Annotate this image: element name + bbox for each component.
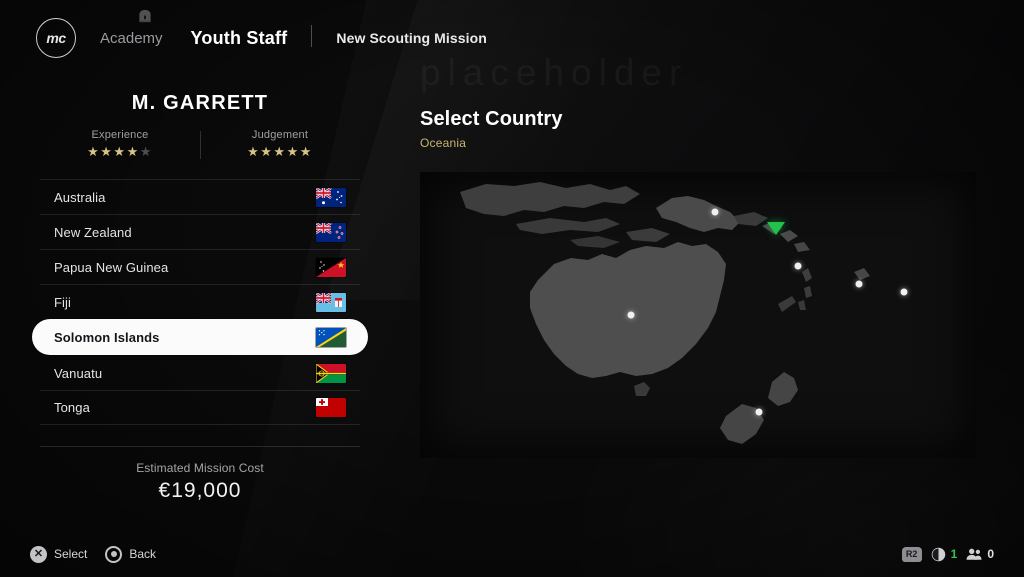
header-bar: mc Academy Youth Staff New Scouting Miss…: [0, 0, 1024, 72]
country-row-vanuatu[interactable]: Vanuatu: [40, 355, 360, 390]
people-count: 0: [987, 547, 994, 561]
cost-label: Estimated Mission Cost: [136, 461, 264, 475]
country-row-papua-new-guinea[interactable]: Papua New Guinea: [40, 249, 360, 284]
country-row-fiji[interactable]: Fiji: [40, 284, 360, 319]
country-list[interactable]: Australia New Zealand Papua New Guinea Fiji…: [32, 179, 368, 426]
people-stat[interactable]: 0: [966, 547, 994, 561]
map-dot-solomon-islands[interactable]: [794, 262, 802, 270]
flag-papua-new-guinea-icon: [316, 257, 346, 277]
map-dot-new-zealand[interactable]: [755, 408, 763, 416]
cross-button-icon: ✕: [30, 545, 47, 563]
oceania-map[interactable]: [420, 172, 976, 458]
notification-count: 1: [950, 547, 958, 561]
cost-value: €19,000: [158, 479, 242, 502]
country-name: Papua New Guinea: [54, 259, 169, 275]
rating-stars: ★★★★★: [247, 144, 313, 159]
flag-fiji-icon: [316, 292, 346, 312]
rating-experience: Experience ★★★★★: [40, 129, 200, 159]
logo-text: mc: [46, 30, 66, 46]
hint-select-label: Select: [54, 547, 88, 561]
academy-building-icon: [139, 9, 151, 22]
bottom-action-bar: ✕ Select Back R2 1 0: [0, 531, 1024, 577]
breadcrumb-new-scouting-mission: New Scouting Mission: [336, 30, 487, 46]
circle-monogram-icon[interactable]: mc: [36, 18, 76, 58]
page-title: Select Country: [420, 108, 563, 130]
flag-australia-icon: [316, 187, 346, 207]
estimated-mission-cost: Estimated Mission Cost €19,000: [40, 446, 360, 503]
flag-solomon-islands-icon: [316, 328, 346, 348]
notification-stat[interactable]: 1: [931, 547, 958, 562]
country-row-solomon-islands[interactable]: Solomon Islands: [32, 319, 368, 356]
country-row-tonga[interactable]: Tonga: [40, 390, 360, 426]
map-dot-tonga[interactable]: [900, 288, 908, 296]
country-name: New Zealand: [54, 224, 132, 240]
nav-item-academy[interactable]: Academy: [100, 9, 191, 47]
nav-academy-label: Academy: [100, 29, 163, 47]
nav-item-youth-staff[interactable]: Youth Staff: [191, 24, 288, 49]
country-row-australia[interactable]: Australia: [40, 179, 360, 214]
country-name: Tonga: [54, 400, 90, 416]
country-name: Vanuatu: [54, 365, 103, 381]
r2-button-icon[interactable]: R2: [901, 546, 922, 562]
people-group-icon: [966, 548, 982, 560]
map-selected-marker: [766, 221, 785, 235]
header-divider: [311, 25, 313, 47]
country-name: Fiji: [54, 294, 72, 310]
status-indicators: R2 1 0: [901, 546, 994, 562]
scout-panel: M. GARRETT Experience ★★★★★ Judgement ★★…: [0, 72, 400, 531]
rating-stars: ★★★★★: [87, 144, 153, 159]
map-dot-fiji[interactable]: [855, 280, 863, 288]
scout-name: M. GARRETT: [131, 92, 269, 114]
circle-button-icon: [105, 545, 123, 563]
map-dot-australia[interactable]: [627, 311, 635, 319]
hint-back-label: Back: [129, 547, 157, 561]
flag-tonga-icon: [316, 398, 346, 418]
rating-label: Judgement: [251, 129, 309, 141]
country-name: Solomon Islands: [54, 330, 160, 346]
region-label: Oceania: [420, 136, 467, 150]
flag-new-zealand-icon: [316, 222, 346, 242]
rating-label: Experience: [91, 129, 149, 141]
rating-separator: [200, 131, 201, 159]
rating-judgement: Judgement ★★★★★: [200, 129, 360, 159]
flag-vanuatu-icon: [316, 363, 346, 383]
country-row-new-zealand[interactable]: New Zealand: [40, 214, 360, 249]
button-hints: ✕ Select Back: [30, 545, 157, 563]
map-landmass: [460, 182, 870, 444]
hint-back[interactable]: Back: [105, 545, 157, 563]
contrast-icon: [931, 547, 945, 561]
country-name: Australia: [54, 189, 106, 205]
scout-ratings: Experience ★★★★★ Judgement ★★★★★: [40, 129, 360, 159]
hint-select[interactable]: ✕ Select: [30, 545, 88, 563]
map-dot-papua-new-guinea[interactable]: [711, 208, 719, 216]
country-select-panel: Select Country Oceania: [420, 72, 1004, 531]
